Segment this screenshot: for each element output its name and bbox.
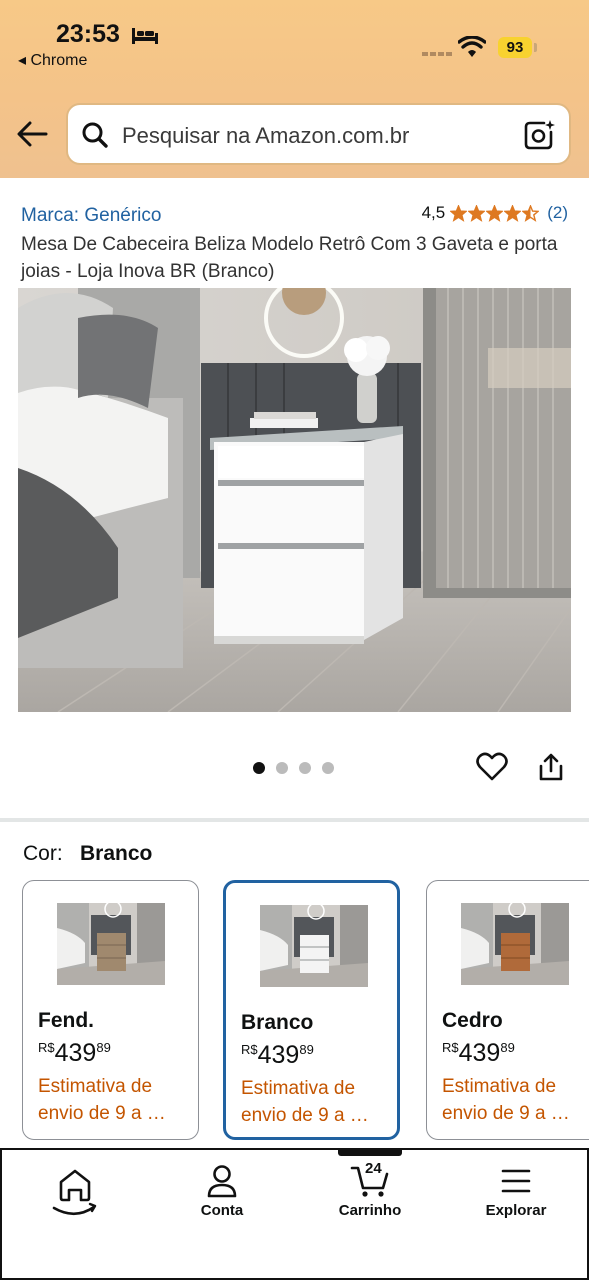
back-to-app-link[interactable]: ◂ Chrome bbox=[18, 50, 87, 70]
star-rating bbox=[450, 204, 540, 222]
active-tab-indicator bbox=[338, 1150, 402, 1156]
section-divider bbox=[0, 818, 589, 822]
status-time: 23:53 bbox=[56, 20, 120, 48]
nav-account[interactable]: Conta bbox=[167, 1164, 277, 1219]
rating-summary[interactable]: 4,5 (2) bbox=[422, 203, 568, 223]
color-option-name: Cedro bbox=[442, 1009, 503, 1032]
nav-label: Carrinho bbox=[338, 1202, 402, 1219]
product-title: Mesa De Cabeceira Beliza Modelo Retrô Co… bbox=[21, 234, 558, 282]
battery-tip bbox=[534, 43, 537, 52]
color-thumbnail-fend bbox=[57, 903, 165, 985]
nav-label: Explorar bbox=[485, 1202, 547, 1219]
color-label: Cor: bbox=[23, 842, 63, 865]
search-icon bbox=[82, 122, 108, 148]
color-option-name: Branco bbox=[241, 1011, 314, 1034]
back-arrow-icon[interactable] bbox=[16, 118, 48, 150]
nav-label: Conta bbox=[200, 1202, 244, 1219]
price-currency: R$ bbox=[38, 1040, 55, 1055]
price-currency: R$ bbox=[241, 1042, 258, 1057]
bed-icon bbox=[132, 28, 158, 44]
rating-value: 4,5 bbox=[421, 203, 446, 222]
color-option-price: R$43989 bbox=[442, 1039, 515, 1068]
rating-count[interactable]: (2) bbox=[547, 203, 568, 223]
price-whole: 439 bbox=[458, 1039, 501, 1067]
brand-link[interactable]: Marca: Genérico bbox=[21, 205, 161, 227]
color-option-cedro[interactable]: Cedro R$43989 Estimativa de envio de 9 a… bbox=[426, 880, 589, 1140]
battery-indicator: 93 bbox=[498, 37, 532, 58]
home-icon bbox=[52, 1169, 97, 1216]
product-image[interactable] bbox=[18, 288, 571, 712]
color-option-name: Fend. bbox=[38, 1009, 94, 1032]
nav-home[interactable] bbox=[20, 1164, 130, 1216]
price-currency: R$ bbox=[442, 1040, 459, 1055]
heart-icon[interactable] bbox=[476, 751, 508, 781]
star-icon bbox=[522, 204, 540, 222]
search-input[interactable] bbox=[122, 121, 502, 151]
camera-search-icon[interactable] bbox=[522, 118, 556, 152]
price-whole: 439 bbox=[54, 1039, 97, 1067]
carousel-dot[interactable] bbox=[322, 762, 334, 774]
color-thumbnail-branco bbox=[260, 905, 368, 987]
color-option-price: R$43989 bbox=[241, 1041, 314, 1070]
nav-explore[interactable]: Explorar bbox=[461, 1164, 571, 1219]
cart-count-badge: 24 bbox=[365, 1160, 382, 1177]
carousel-dot[interactable] bbox=[253, 762, 265, 774]
cellular-signal-icon bbox=[422, 52, 452, 56]
menu-icon bbox=[501, 1169, 531, 1193]
price-whole: 439 bbox=[257, 1041, 300, 1069]
star-icon bbox=[468, 204, 486, 222]
wifi-icon bbox=[458, 36, 486, 57]
price-fraction: 89 bbox=[96, 1040, 111, 1055]
shipping-estimate: Estimativa de envio de 9 a … bbox=[442, 1076, 570, 1124]
star-icon bbox=[486, 204, 504, 222]
image-carousel-dots[interactable] bbox=[253, 762, 334, 774]
price-fraction: 89 bbox=[299, 1042, 314, 1057]
nav-cart[interactable]: 24 Carrinho bbox=[315, 1160, 425, 1219]
star-icon bbox=[450, 204, 468, 222]
carousel-dot[interactable] bbox=[276, 762, 288, 774]
shipping-estimate: Estimativa de envio de 9 a … bbox=[241, 1078, 369, 1126]
top-header: 23:53 ◂ Chrome 93 bbox=[0, 0, 589, 178]
color-selected-value: Branco bbox=[80, 842, 153, 865]
share-icon[interactable] bbox=[537, 752, 565, 782]
color-thumbnail-cedro bbox=[461, 903, 569, 985]
color-option-fend[interactable]: Fend. R$43989 Estimativa de envio de 9 a… bbox=[22, 880, 199, 1140]
shipping-estimate: Estimativa de envio de 9 a … bbox=[38, 1076, 166, 1124]
star-icon bbox=[504, 204, 522, 222]
price-fraction: 89 bbox=[500, 1040, 515, 1055]
color-option-price: R$43989 bbox=[38, 1039, 111, 1068]
color-option-branco[interactable]: Branco R$43989 Estimativa de envio de 9 … bbox=[223, 880, 400, 1140]
bottom-navigation: Conta 24 Carrinho Explorar bbox=[0, 1148, 589, 1280]
account-icon bbox=[207, 1165, 237, 1198]
carousel-dot[interactable] bbox=[299, 762, 311, 774]
search-bar[interactable] bbox=[66, 103, 571, 165]
